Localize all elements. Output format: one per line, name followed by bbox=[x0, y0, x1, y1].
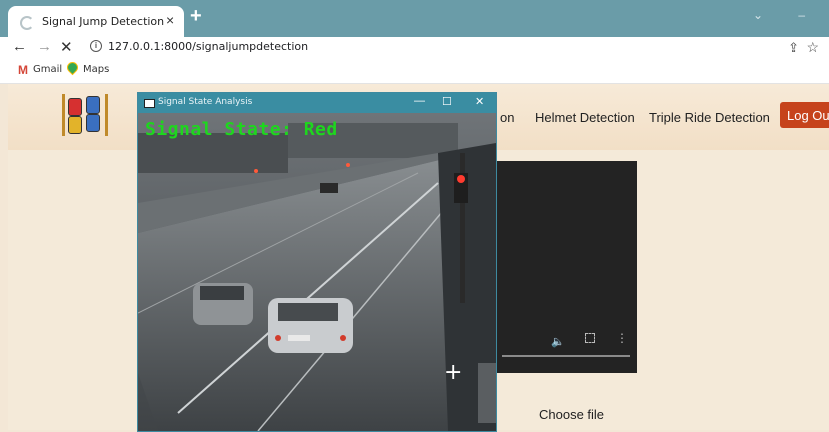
logout-label: Log Out bbox=[787, 108, 829, 123]
more-options-icon[interactable]: ⋮ bbox=[616, 331, 628, 345]
fullscreen-icon[interactable] bbox=[585, 333, 595, 343]
bookmark-maps[interactable]: Maps bbox=[83, 64, 109, 75]
video-frame: Signal State: Red + bbox=[138, 113, 496, 431]
nav-link-helmet-detection[interactable]: Helmet Detection bbox=[535, 110, 635, 125]
new-tab-button[interactable]: + bbox=[190, 5, 202, 28]
crosshair-cursor-icon: + bbox=[444, 360, 463, 385]
stop-loading-button[interactable]: ✕ bbox=[60, 38, 73, 56]
volume-icon[interactable]: 🔈 bbox=[551, 335, 565, 348]
video-player[interactable]: 🔈 ⋮ bbox=[494, 161, 637, 373]
gmail-icon: M bbox=[18, 63, 28, 77]
url-text: 127.0.0.1:8000/signaljumpdetection bbox=[108, 40, 309, 53]
cv-window-titlebar[interactable]: Signal State Analysis — ☐ ✕ bbox=[138, 93, 496, 113]
tab-title: Signal Jump Detection bbox=[42, 15, 165, 28]
minimize-button[interactable]: — bbox=[414, 95, 425, 107]
close-button[interactable]: ✕ bbox=[475, 95, 484, 108]
site-info-icon[interactable]: i bbox=[90, 40, 102, 52]
forward-button[interactable]: → bbox=[37, 38, 52, 55]
tab-close-icon[interactable]: × bbox=[166, 12, 174, 28]
back-button[interactable]: ← bbox=[12, 38, 27, 55]
signal-state-analysis-window[interactable]: Signal State Analysis — ☐ ✕ Signal State… bbox=[137, 92, 497, 432]
maps-icon bbox=[64, 59, 81, 76]
choose-file-button[interactable]: Choose file bbox=[539, 407, 604, 422]
app-icon bbox=[144, 99, 155, 108]
traffic-light-logo[interactable] bbox=[62, 94, 108, 136]
bookmark-star-icon[interactable]: ☆ bbox=[806, 39, 819, 56]
logout-button[interactable]: Log Out bbox=[780, 102, 829, 128]
signal-state-label: Signal State: Red bbox=[145, 119, 338, 140]
loading-spinner-icon bbox=[20, 16, 34, 30]
nav-link-partial[interactable]: on bbox=[500, 110, 514, 125]
browser-tab[interactable]: Signal Jump Detection × bbox=[8, 6, 184, 37]
maximize-button[interactable]: ☐ bbox=[442, 95, 452, 108]
video-progress-bar[interactable] bbox=[502, 355, 630, 357]
url-field[interactable]: i 127.0.0.1:8000/signaljumpdetection bbox=[84, 37, 784, 57]
address-bar-row: ← → ✕ i 127.0.0.1:8000/signaljumpdetecti… bbox=[0, 37, 829, 59]
traffic-camera-image bbox=[138, 113, 496, 431]
window-controls[interactable]: ⌄ – bbox=[753, 8, 821, 22]
nav-link-triple-ride-detection[interactable]: Triple Ride Detection bbox=[649, 110, 770, 125]
cv-window-title: Signal State Analysis bbox=[158, 97, 253, 107]
share-icon[interactable]: ⇪ bbox=[788, 40, 799, 56]
browser-tab-bar: Signal Jump Detection × + ⌄ – bbox=[0, 0, 829, 37]
bookmarks-bar: M Gmail Maps bbox=[0, 59, 829, 84]
bookmark-gmail[interactable]: Gmail bbox=[33, 64, 62, 75]
